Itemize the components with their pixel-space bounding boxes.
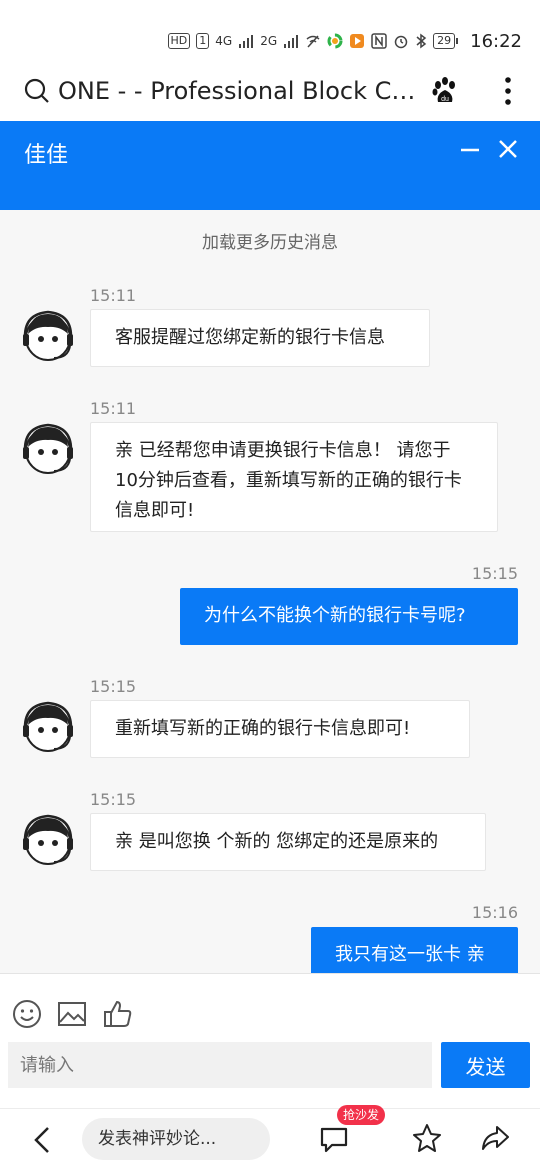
load-more-history[interactable]: 加载更多历史消息 — [0, 228, 540, 253]
agent-message-bubble: 亲 是叫您换 个新的 您绑定的还是原来的 — [90, 813, 486, 871]
close-icon[interactable] — [496, 137, 520, 161]
signal-2g-label: 2G — [260, 34, 278, 48]
back-arrow-icon[interactable] — [30, 1125, 56, 1155]
bluetooth-icon — [416, 33, 427, 49]
browser-bar: ONE - - Professional Block Ch... du — [0, 62, 540, 120]
star-icon[interactable] — [412, 1123, 442, 1153]
alarm-icon — [394, 35, 408, 49]
signal-4g-label: 4G — [215, 34, 233, 48]
agent-avatar-icon — [23, 310, 73, 361]
battery-icon: 29 — [433, 33, 459, 49]
comments-icon[interactable] — [318, 1123, 350, 1155]
more-vertical-icon[interactable] — [504, 76, 512, 106]
comment-input[interactable]: 发表神评妙论... — [82, 1118, 270, 1160]
message-time: 15:11 — [90, 286, 137, 305]
agent-name: 佳佳 — [24, 143, 69, 168]
share-icon[interactable] — [480, 1123, 510, 1153]
hd-indicator: HD — [167, 33, 191, 49]
nfc-icon — [371, 33, 387, 49]
clock: 16:22 — [470, 30, 522, 52]
image-icon[interactable] — [56, 998, 88, 1030]
message-time: 15:15 — [471, 564, 518, 583]
message-time: 15:16 — [471, 903, 518, 922]
svg-text:du: du — [441, 96, 449, 103]
message-list[interactable]: 加载更多历史消息 15:11 客服提醒过您绑定新的银行卡信息 15:11 亲 已… — [0, 210, 540, 973]
message-time: 15:15 — [90, 677, 137, 696]
signal-icon — [239, 35, 254, 48]
message-time: 15:15 — [90, 790, 137, 809]
agent-avatar-icon — [23, 423, 73, 474]
agent-message-bubble: 亲 已经帮您申请更换银行卡信息！ 请您于10分钟后查看，重新填写新的正确的银行卡… — [90, 422, 498, 532]
sofa-badge: 抢沙发 — [337, 1105, 386, 1125]
status-icons: HD 1 4G 2G 29 16:22 — [167, 28, 522, 54]
app-colorful-icon — [327, 33, 343, 49]
wifi-off-icon — [306, 35, 320, 48]
message-input[interactable] — [8, 1042, 432, 1088]
input-area: 发送 — [0, 973, 540, 1109]
chat-header: 佳佳 — [0, 121, 540, 210]
video-app-icon — [350, 34, 365, 48]
agent-message-bubble: 重新填写新的正确的银行卡信息即可! — [90, 700, 470, 758]
thumbs-up-icon[interactable] — [102, 998, 134, 1030]
user-message-bubble: 为什么不能换个新的银行卡号呢? — [180, 588, 518, 645]
battery-level: 29 — [433, 33, 456, 49]
send-button[interactable]: 发送 — [441, 1042, 530, 1088]
search-icon[interactable] — [24, 78, 50, 104]
agent-message-bubble: 客服提醒过您绑定新的银行卡信息 — [90, 309, 430, 367]
minimize-icon[interactable] — [458, 137, 482, 161]
page-title[interactable]: ONE - - Professional Block Ch... — [58, 77, 428, 105]
baidu-paw-icon[interactable]: du — [430, 76, 460, 106]
emoji-icon[interactable] — [11, 998, 43, 1030]
user-message-bubble: 我只有这一张卡 亲 — [311, 927, 518, 973]
message-time: 15:11 — [90, 399, 137, 418]
agent-avatar-icon — [23, 814, 73, 865]
bottom-nav: 发表神评妙论... 抢沙发 — [0, 1105, 540, 1171]
signal-icon — [284, 35, 299, 48]
sim-indicator: 1 — [196, 33, 210, 49]
agent-avatar-icon — [23, 701, 73, 752]
